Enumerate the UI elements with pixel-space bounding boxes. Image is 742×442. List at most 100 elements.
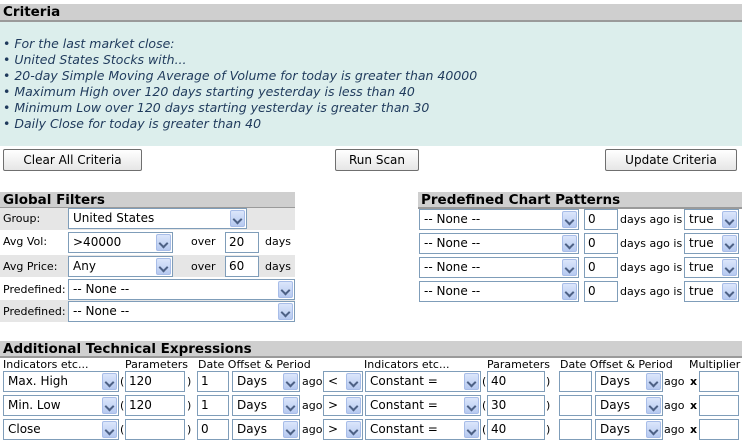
indicator-value: Min. Low	[8, 398, 61, 412]
operator-select[interactable]: >	[323, 395, 363, 416]
paren-close: )	[187, 375, 192, 388]
chart-pattern-ago-label: days ago is	[620, 285, 683, 298]
chevron-down-icon	[102, 421, 117, 438]
indicator-select-2[interactable]: Constant =	[365, 419, 481, 440]
offset-input-2[interactable]	[559, 371, 592, 392]
ago-label: ago	[664, 375, 685, 388]
update-criteria-button[interactable]: Update Criteria	[605, 149, 737, 171]
avg-vol-label: Avg Vol:	[3, 235, 48, 248]
chart-pattern-flag-select[interactable]: true	[684, 209, 739, 230]
technical-header: Additional Technical Expressions	[0, 341, 742, 358]
criteria-item: • 20-day Simple Moving Average of Volume…	[3, 68, 478, 84]
chart-pattern-flag-select[interactable]: true	[684, 233, 739, 254]
period-select-1[interactable]: Days	[232, 395, 300, 416]
offset-input-2[interactable]	[559, 395, 592, 416]
chevron-down-icon	[722, 211, 737, 228]
period-select-2[interactable]: Days	[595, 371, 663, 392]
multiply-icon: x	[690, 423, 698, 436]
chevron-down-icon	[464, 397, 479, 414]
paren-close: )	[546, 399, 551, 412]
col-header-parameters-1: Parameters	[125, 358, 188, 371]
avg-vol-days-input[interactable]: 20	[225, 232, 259, 253]
clear-all-criteria-button[interactable]: Clear All Criteria	[3, 149, 142, 171]
predefined-select-value: -- None --	[73, 304, 130, 318]
paren-close: )	[546, 423, 551, 436]
offset-input-1[interactable]: 1	[197, 395, 229, 416]
global-filters-header: Global Filters	[0, 192, 295, 209]
chart-pattern-days-input[interactable]: 0	[584, 209, 618, 230]
offset-input-1[interactable]: 0	[197, 419, 229, 440]
offset-input-1[interactable]: 1	[197, 371, 229, 392]
period-value: Days	[237, 374, 267, 388]
chart-pattern-ago-label: days ago is	[620, 261, 683, 274]
indicator-select-1[interactable]: Max. High	[3, 371, 119, 392]
period-value: Days	[237, 422, 267, 436]
chevron-down-icon	[464, 421, 479, 438]
col-header-offset-1: Date Offset & Period	[198, 358, 311, 371]
parameter-input-2[interactable]: 40	[487, 419, 545, 440]
period-select-2[interactable]: Days	[595, 395, 663, 416]
parameter-input-1[interactable]: 120	[125, 395, 185, 416]
col-header-indicators-1: Indicators etc...	[3, 358, 89, 371]
chevron-down-icon	[230, 210, 245, 227]
chart-pattern-select[interactable]: -- None --	[419, 209, 579, 230]
avg-price-label: Avg Price:	[3, 260, 58, 273]
avg-vol-days-label: days	[265, 235, 291, 248]
avg-vol-over-label: over	[191, 235, 216, 248]
chart-pattern-days-input[interactable]: 0	[584, 257, 618, 278]
indicator-value: Constant =	[370, 374, 438, 388]
paren-open: (	[482, 423, 487, 436]
chart-pattern-select[interactable]: -- None --	[419, 281, 579, 302]
chevron-down-icon	[278, 281, 293, 298]
chevron-down-icon	[346, 421, 361, 438]
chart-pattern-select[interactable]: -- None --	[419, 257, 579, 278]
multiplier-input[interactable]	[699, 395, 739, 416]
indicator-select-2[interactable]: Constant =	[365, 395, 481, 416]
ago-label: ago	[302, 375, 323, 388]
chart-pattern-days-input[interactable]: 0	[584, 233, 618, 254]
predefined-label: Predefined:	[3, 283, 66, 296]
criteria-item: • Maximum High over 120 days starting ye…	[3, 84, 415, 100]
group-select[interactable]: United States	[68, 208, 247, 229]
parameter-input-2[interactable]: 40	[487, 371, 545, 392]
criteria-list: • For the last market close: • United St…	[3, 36, 477, 133]
indicator-select-1[interactable]: Close	[3, 419, 119, 440]
parameter-input-2[interactable]: 30	[487, 395, 545, 416]
chevron-down-icon	[102, 397, 117, 414]
criteria-item: • Minimum Low over 120 days starting yes…	[3, 100, 430, 116]
offset-input-2[interactable]	[559, 419, 592, 440]
chart-pattern-value: -- None --	[424, 284, 481, 298]
chevron-down-icon	[102, 373, 117, 390]
multiplier-input[interactable]	[699, 371, 739, 392]
indicator-select-2[interactable]: Constant =	[365, 371, 481, 392]
chart-pattern-flag-select[interactable]: true	[684, 257, 739, 278]
avg-price-days-input[interactable]: 60	[225, 256, 259, 277]
avg-vol-select-value: >40000	[73, 235, 122, 249]
predefined-label-2: Predefined:	[3, 305, 66, 318]
avg-vol-select[interactable]: >40000	[68, 232, 173, 253]
chevron-down-icon	[464, 373, 479, 390]
parameter-input-1[interactable]	[125, 419, 185, 440]
chart-pattern-select[interactable]: -- None --	[419, 233, 579, 254]
run-scan-button[interactable]: Run Scan	[335, 149, 419, 171]
operator-select[interactable]: <	[323, 371, 363, 392]
ago-label: ago	[302, 399, 323, 412]
indicator-select-1[interactable]: Min. Low	[3, 395, 119, 416]
period-select-2[interactable]: Days	[595, 419, 663, 440]
parameter-input-1[interactable]: 120	[125, 371, 185, 392]
predefined-select-1[interactable]: -- None --	[68, 279, 295, 300]
chart-pattern-flag-select[interactable]: true	[684, 281, 739, 302]
ago-label: ago	[664, 399, 685, 412]
chart-pattern-days-input[interactable]: 0	[584, 281, 618, 302]
chart-pattern-value: -- None --	[424, 260, 481, 274]
operator-select[interactable]: >	[323, 419, 363, 440]
multiplier-input[interactable]	[699, 419, 739, 440]
period-select-1[interactable]: Days	[232, 419, 300, 440]
paren-open: (	[482, 375, 487, 388]
avg-price-select[interactable]: Any	[68, 256, 173, 277]
criteria-item: • Daily Close for today is greater than …	[3, 116, 262, 132]
period-select-1[interactable]: Days	[232, 371, 300, 392]
chevron-down-icon	[283, 421, 298, 438]
predefined-select-2[interactable]: -- None --	[68, 301, 295, 322]
chevron-down-icon	[722, 283, 737, 300]
